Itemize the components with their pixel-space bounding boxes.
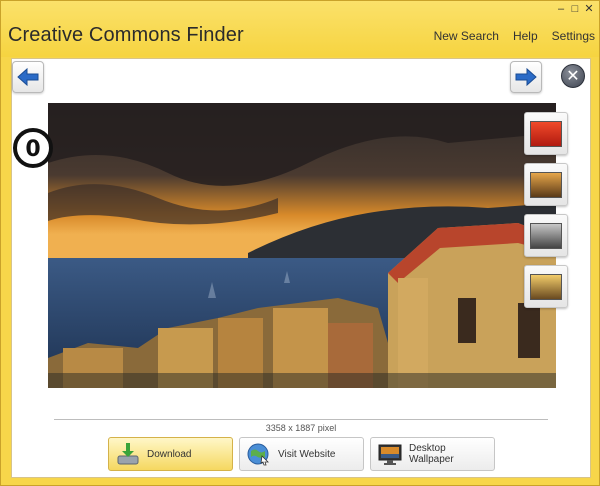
cc0-license-icon: 0 bbox=[12, 127, 54, 169]
arrow-left-icon bbox=[17, 67, 39, 87]
filter-sepia-icon bbox=[530, 171, 562, 198]
filter-red-button[interactable] bbox=[524, 112, 568, 155]
visit-label: Visit Website bbox=[278, 448, 336, 460]
desktop-wallpaper-button[interactable]: Desktop Wallpaper bbox=[370, 437, 495, 471]
content-panel: ✕ 0 3358 x 1887 pixel Download Visit Web… bbox=[11, 58, 591, 478]
arrow-right-icon bbox=[515, 67, 537, 87]
main-photo[interactable] bbox=[48, 103, 556, 388]
back-button[interactable] bbox=[12, 61, 44, 93]
viewer-toolbar: ✕ bbox=[12, 59, 590, 97]
desktop-wallpaper-icon bbox=[378, 444, 402, 465]
close-circle-icon: ✕ bbox=[566, 68, 580, 85]
cc0-badge-text: 0 bbox=[25, 137, 40, 162]
close-viewer-button[interactable]: ✕ bbox=[561, 64, 585, 88]
wallpaper-label: Desktop Wallpaper bbox=[409, 443, 454, 465]
photo-scene bbox=[48, 103, 556, 388]
divider bbox=[54, 419, 548, 420]
menu-item-new-search[interactable]: New Search bbox=[434, 29, 499, 43]
menu-item-settings[interactable]: Settings bbox=[552, 29, 595, 43]
download-label: Download bbox=[147, 448, 192, 460]
minimize-icon[interactable]: – bbox=[555, 3, 567, 15]
filter-sepia-button[interactable] bbox=[524, 163, 568, 206]
download-button[interactable]: Download bbox=[108, 437, 233, 471]
filter-warm-icon bbox=[530, 273, 562, 300]
forward-button[interactable] bbox=[510, 61, 542, 93]
download-icon bbox=[117, 443, 139, 465]
close-icon[interactable]: ✕ bbox=[583, 3, 595, 15]
filter-thumbnails bbox=[524, 112, 568, 308]
filter-grayscale-button[interactable] bbox=[524, 214, 568, 257]
action-bar: Download Visit Website Desktop Wallpaper bbox=[108, 437, 495, 471]
image-dimensions: 3358 x 1887 pixel bbox=[265, 423, 337, 433]
visit-website-button[interactable]: Visit Website bbox=[239, 437, 364, 471]
top-menu: New Search Help Settings bbox=[434, 29, 595, 43]
filter-grayscale-icon bbox=[530, 222, 562, 249]
image-viewer: 0 bbox=[12, 97, 590, 419]
maximize-icon[interactable]: □ bbox=[569, 3, 581, 15]
app-window: Creative Commons Finder – □ ✕ New Search… bbox=[0, 0, 600, 486]
globe-icon bbox=[247, 443, 269, 466]
menu-item-help[interactable]: Help bbox=[513, 29, 538, 43]
app-title: Creative Commons Finder bbox=[8, 24, 244, 46]
filter-red-icon bbox=[530, 120, 562, 147]
filter-warm-button[interactable] bbox=[524, 265, 568, 308]
window-controls: – □ ✕ bbox=[555, 3, 595, 15]
title-bar: Creative Commons Finder – □ ✕ New Search… bbox=[1, 1, 599, 57]
